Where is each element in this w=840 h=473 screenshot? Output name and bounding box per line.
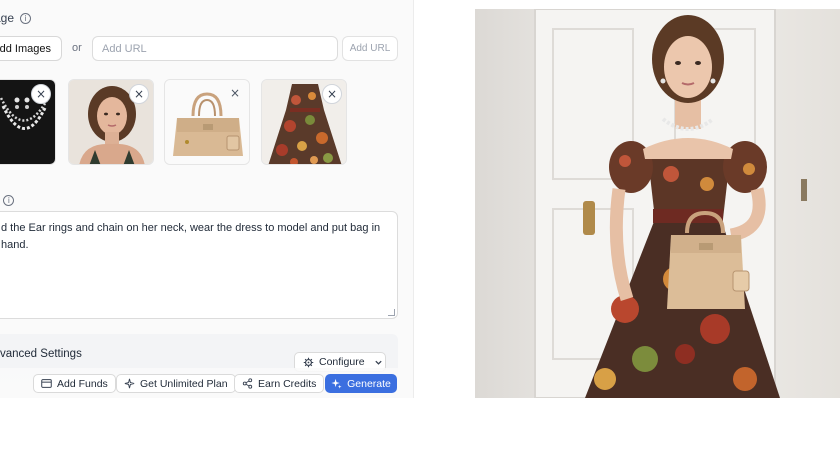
prompt-textarea[interactable]: d the Ear rings and chain on her neck, w… [0, 211, 398, 319]
unlimited-plan-label: Get Unlimited Plan [140, 377, 228, 390]
close-icon[interactable]: × [322, 84, 342, 104]
credit-card-icon [41, 379, 52, 388]
generate-button[interactable]: Generate [325, 374, 397, 393]
add-images-button[interactable]: Add Images [0, 36, 62, 61]
generated-model-image [475, 9, 840, 398]
form-panel: age i Add Images or Add URL × [0, 0, 414, 398]
close-icon[interactable]: × [31, 84, 51, 104]
generate-label: Generate [347, 377, 391, 390]
thumbnail-necklace[interactable]: × [0, 79, 56, 165]
info-icon[interactable]: i [20, 12, 32, 24]
gear-icon [303, 357, 314, 367]
sparkle-icon [124, 378, 135, 389]
earn-credits-button[interactable]: Earn Credits [234, 374, 325, 393]
info-icon[interactable]: i [3, 194, 15, 206]
unlimited-plan-button[interactable]: Get Unlimited Plan [116, 374, 236, 393]
prompt-text-line: hand. [1, 239, 29, 251]
chevron-down-icon [374, 360, 382, 365]
resize-handle[interactable] [388, 309, 395, 316]
image-label-row: age i [0, 11, 32, 25]
add-funds-button[interactable]: Add Funds [33, 374, 116, 393]
thumbnail-handbag[interactable]: × [164, 79, 250, 165]
configure-label: Configure [319, 356, 365, 368]
close-icon[interactable]: × [129, 84, 149, 104]
advanced-settings-title: vanced Settings [0, 348, 82, 360]
thumbnail-model[interactable]: × [68, 79, 154, 165]
image-label: age [0, 11, 15, 25]
or-separator: or [72, 42, 82, 54]
prompt-text-line: d the Ear rings and chain on her neck, w… [1, 222, 381, 234]
prompt-label-row: t i [0, 193, 15, 207]
thumbnail-dress[interactable]: × [261, 79, 347, 165]
add-url-label: Add URL [349, 43, 391, 54]
url-input[interactable] [92, 36, 338, 61]
close-icon[interactable]: × [225, 84, 245, 104]
add-url-button[interactable]: Add URL [342, 36, 398, 61]
add-funds-label: Add Funds [57, 377, 108, 390]
sparkle-icon [331, 378, 342, 389]
share-icon [242, 378, 253, 389]
result-image[interactable] [475, 9, 840, 398]
earn-credits-label: Earn Credits [258, 377, 317, 390]
add-images-label: Add Images [0, 42, 51, 55]
